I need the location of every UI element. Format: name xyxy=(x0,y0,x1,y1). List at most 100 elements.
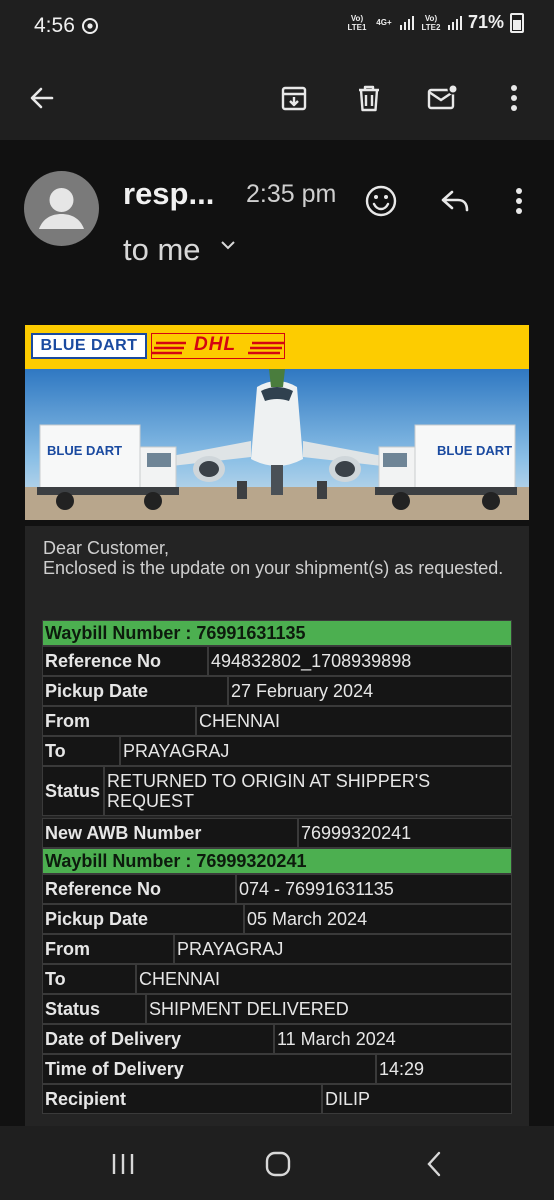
row-value: CHENNAI xyxy=(196,706,512,736)
chrome-icon xyxy=(82,18,98,34)
archive-button[interactable] xyxy=(270,74,318,122)
signal-icon xyxy=(399,15,414,30)
arrow-left-icon xyxy=(30,87,54,109)
back-button[interactable] xyxy=(18,74,66,122)
email-body: Dear Customer, Enclosed is the update on… xyxy=(25,526,529,1126)
message-more-button[interactable] xyxy=(497,179,541,223)
recipient-line[interactable]: to me xyxy=(123,232,201,268)
greeting-line: Dear Customer, xyxy=(43,538,170,558)
row-label: Reference No xyxy=(42,874,236,904)
system-nav-bar xyxy=(0,1126,554,1200)
row-label: To xyxy=(42,736,120,766)
row-value: 074 - 76991631135 xyxy=(236,874,512,904)
more-vertical-icon xyxy=(511,85,517,111)
shipment-table-2: Waybill Number : 76999320241 Reference N… xyxy=(42,848,512,904)
table-row: New AWB Number 76999320241 xyxy=(42,818,512,848)
back-nav-button[interactable] xyxy=(410,1144,458,1184)
row-label: Date of Delivery xyxy=(42,1024,274,1054)
react-button[interactable] xyxy=(359,179,403,223)
sim2-indicator: Vo) LTE2 xyxy=(421,13,441,32)
delete-button[interactable] xyxy=(345,74,393,122)
table-row: Status RETURNED TO ORIGIN AT SHIPPER'S R… xyxy=(42,766,512,816)
row-label: Reference No xyxy=(42,646,208,676)
home-button[interactable] xyxy=(254,1144,302,1184)
banner-image: BLUE DART BLUE DART xyxy=(25,369,529,520)
row-label: From xyxy=(42,706,196,736)
shipment-table-1b: Pickup Date 27 February 2024 xyxy=(42,676,512,706)
back-icon xyxy=(427,1151,441,1177)
message-time: 2:35 pm xyxy=(246,180,337,208)
sim1-indicator: Vo) LTE1 xyxy=(347,13,367,32)
shipment-table-2c: From PRAYAGRAJ xyxy=(42,934,512,964)
table-row: Status SHIPMENT DELIVERED xyxy=(42,994,512,1024)
status-time: 4:56 xyxy=(34,14,75,37)
email-banner: BLUE DART DHL BLUE DART BLUE DART xyxy=(25,325,529,520)
waybill-number[interactable]: Waybill Number : 76999320241 xyxy=(42,848,512,874)
home-icon xyxy=(265,1151,291,1177)
table-row: Reference No 074 - 76991631135 xyxy=(42,874,512,904)
table-row: From PRAYAGRAJ xyxy=(42,934,512,964)
table-row: Recipient DILIP xyxy=(42,1084,512,1114)
waybill-number[interactable]: Waybill Number : 76991631135 xyxy=(42,620,512,646)
shipment-table-2g: Time of Delivery 14:29 xyxy=(42,1054,512,1084)
shipment-table-1f: New AWB Number 76999320241 xyxy=(42,818,512,848)
row-label: Recipient xyxy=(42,1084,322,1114)
row-label: From xyxy=(42,934,174,964)
row-value: SHIPMENT DELIVERED xyxy=(146,994,512,1024)
truck-logo-text: BLUE DART xyxy=(47,443,122,458)
archive-icon xyxy=(281,86,307,111)
network-type: 4G+ xyxy=(376,18,392,27)
row-label: Pickup Date xyxy=(42,676,228,706)
row-value: 05 March 2024 xyxy=(244,904,512,934)
shipment-table-1e: Status RETURNED TO ORIGIN AT SHIPPER'S R… xyxy=(42,766,512,816)
status-indicators: Vo) LTE1 4G+ Vo) LTE2 71% xyxy=(346,12,524,33)
bluedart-logo: BLUE DART xyxy=(31,333,147,359)
row-label: To xyxy=(42,964,136,994)
shipment-table-1: Waybill Number : 76991631135 Reference N… xyxy=(42,620,512,676)
mail-unread-icon xyxy=(427,83,458,110)
truck-logo-text: BLUE DART xyxy=(437,443,512,458)
table-row: Pickup Date 05 March 2024 xyxy=(42,904,512,934)
emoji-icon xyxy=(365,185,397,217)
shipment-table-1c: From CHENNAI xyxy=(42,706,512,736)
dhl-logo: DHL xyxy=(151,333,285,359)
shipment-table-2e: Status SHIPMENT DELIVERED xyxy=(42,994,512,1024)
battery-level: 71% xyxy=(467,12,504,32)
row-value: 494832802_1708939898 xyxy=(208,646,512,676)
row-label: New AWB Number xyxy=(42,818,298,848)
row-value: DILIP xyxy=(322,1084,512,1114)
table-row: To CHENNAI xyxy=(42,964,512,994)
trash-icon xyxy=(359,85,379,112)
row-label: Time of Delivery xyxy=(42,1054,376,1084)
row-value: 27 February 2024 xyxy=(228,676,512,706)
intro-line: Enclosed is the update on your shipment(… xyxy=(43,558,504,578)
row-value: PRAYAGRAJ xyxy=(120,736,512,766)
row-value: 11 March 2024 xyxy=(274,1024,512,1054)
more-options-button[interactable] xyxy=(490,74,538,122)
table-row: To PRAYAGRAJ xyxy=(42,736,512,766)
shipment-table-1d: To PRAYAGRAJ xyxy=(42,736,512,766)
reply-button[interactable] xyxy=(433,179,477,223)
recents-icon xyxy=(112,1154,134,1174)
row-value: 76999320241 xyxy=(298,818,512,848)
person-icon xyxy=(39,188,84,229)
table-row: Pickup Date 27 February 2024 xyxy=(42,676,512,706)
signal-icon xyxy=(447,15,462,30)
mark-unread-button[interactable] xyxy=(418,74,466,122)
row-label: Status xyxy=(42,766,104,816)
table-row: From CHENNAI xyxy=(42,706,512,736)
recent-apps-button[interactable] xyxy=(99,1144,147,1184)
avatar[interactable] xyxy=(24,171,99,246)
banner-header: BLUE DART DHL xyxy=(25,325,529,369)
row-value: PRAYAGRAJ xyxy=(174,934,512,964)
sender-name[interactable]: resp... xyxy=(123,176,214,212)
battery-icon xyxy=(510,12,524,33)
email-toolbar xyxy=(0,56,554,140)
greeting-text: Dear Customer, Enclosed is the update on… xyxy=(43,538,513,578)
shipment-table-2f: Date of Delivery 11 March 2024 xyxy=(42,1024,512,1054)
more-vertical-icon xyxy=(516,188,522,214)
row-label: Pickup Date xyxy=(42,904,244,934)
waybill-header: Waybill Number : 76991631135 xyxy=(42,620,512,646)
chevron-down-icon[interactable] xyxy=(219,236,237,254)
shipment-table-2h: Recipient DILIP xyxy=(42,1084,512,1114)
